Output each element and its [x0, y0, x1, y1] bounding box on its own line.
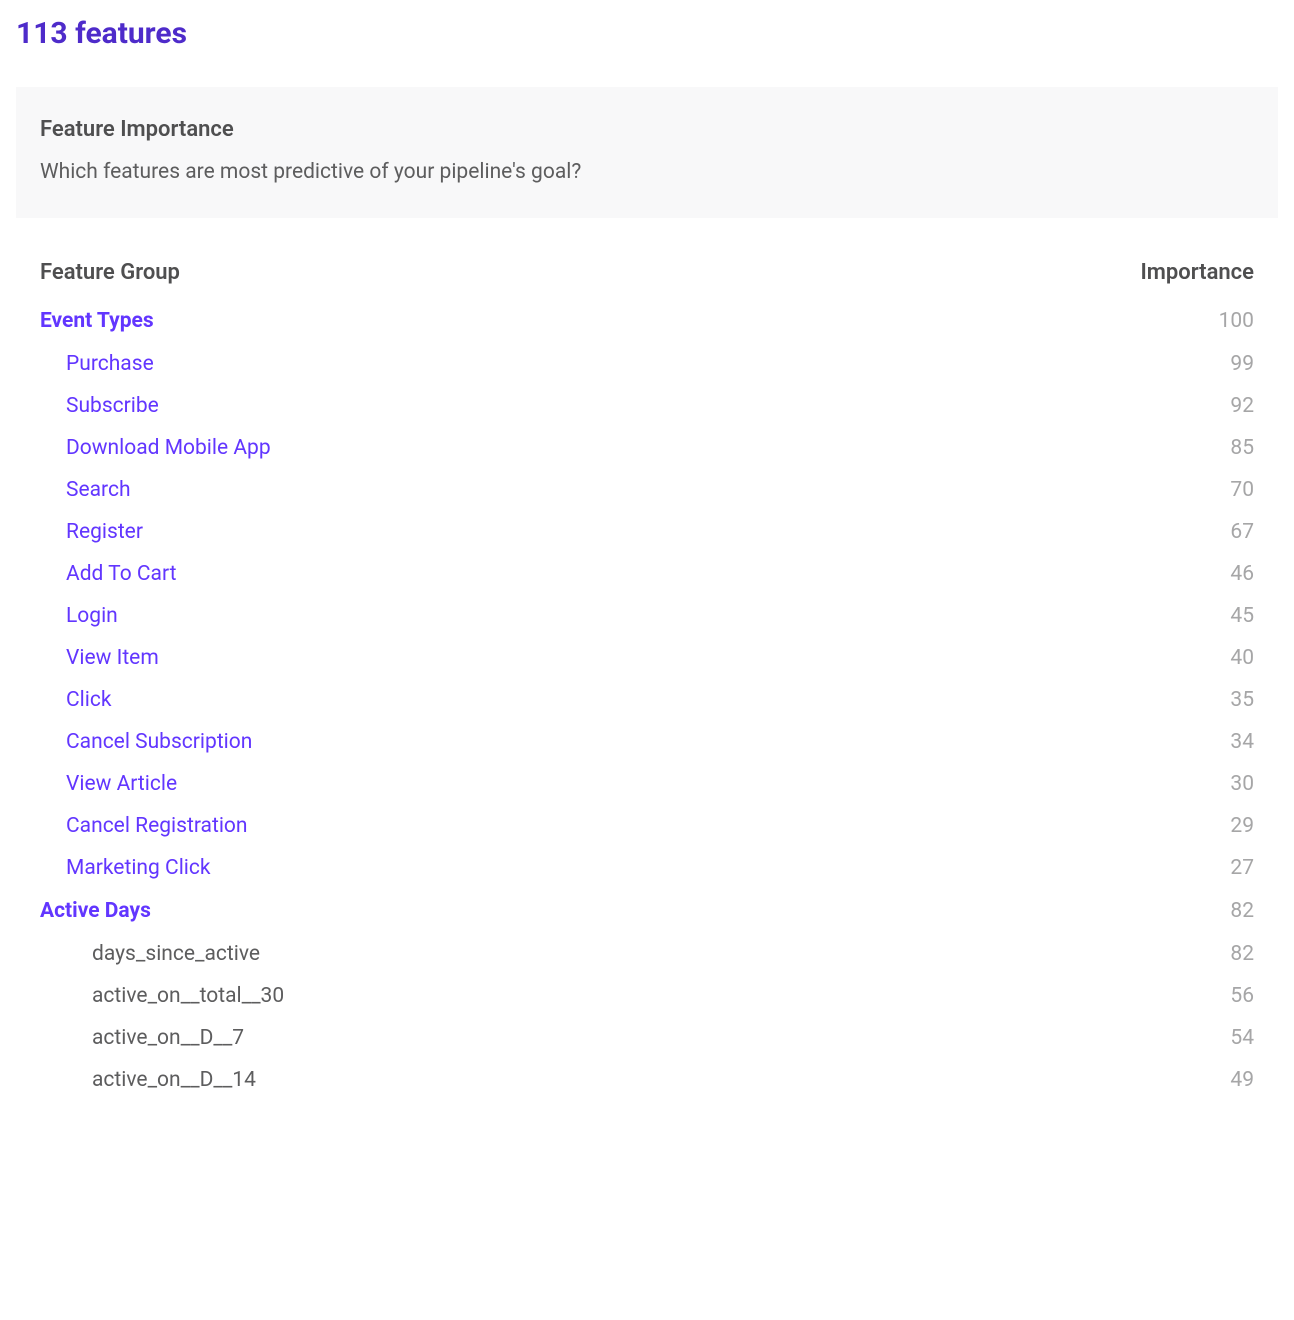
feature-importance: 34: [1230, 730, 1254, 754]
feature-name: active_on__D__7: [40, 1026, 244, 1050]
feature-link-subscribe[interactable]: Subscribe: [40, 394, 159, 418]
feature-link-search[interactable]: Search: [40, 478, 131, 502]
feature-link-view-item[interactable]: View Item: [40, 646, 159, 670]
feature-table: Feature Group Importance Event Types 100…: [16, 246, 1278, 1101]
feature-importance: 54: [1230, 1026, 1254, 1050]
feature-link-download-mobile-app[interactable]: Download Mobile App: [40, 436, 271, 460]
feature-importance: 29: [1230, 814, 1254, 838]
info-subheading: Which features are most predictive of yo…: [40, 160, 1254, 184]
feature-importance: 27: [1230, 856, 1254, 880]
feature-importance: 49: [1230, 1068, 1254, 1092]
feature-importance: 99: [1230, 352, 1254, 376]
feature-link-add-to-cart[interactable]: Add To Cart: [40, 562, 176, 586]
feature-name: active_on__total__30: [40, 984, 284, 1008]
feature-importance: 40: [1230, 646, 1254, 670]
feature-row: Click 35: [40, 679, 1254, 721]
table-header-row: Feature Group Importance: [40, 246, 1254, 299]
feature-row: Download Mobile App 85: [40, 427, 1254, 469]
feature-row: active_on__total__30 56: [40, 975, 1254, 1017]
feature-row: View Item 40: [40, 637, 1254, 679]
feature-link-register[interactable]: Register: [40, 520, 143, 544]
info-heading: Feature Importance: [40, 117, 1254, 142]
feature-row: Cancel Registration 29: [40, 805, 1254, 847]
feature-link-cancel-subscription[interactable]: Cancel Subscription: [40, 730, 252, 754]
info-box: Feature Importance Which features are mo…: [16, 87, 1278, 218]
feature-row: Login 45: [40, 595, 1254, 637]
feature-row: Subscribe 92: [40, 385, 1254, 427]
feature-link-purchase[interactable]: Purchase: [40, 352, 154, 376]
feature-link-view-article[interactable]: View Article: [40, 772, 177, 796]
group-row-event-types: Event Types 100: [40, 299, 1254, 343]
page-title: 113 features: [16, 16, 1278, 51]
feature-link-marketing-click[interactable]: Marketing Click: [40, 856, 211, 880]
col-header-group: Feature Group: [40, 260, 180, 285]
feature-row: Add To Cart 46: [40, 553, 1254, 595]
feature-link-click[interactable]: Click: [40, 688, 112, 712]
feature-row: Cancel Subscription 34: [40, 721, 1254, 763]
feature-row: active_on__D__7 54: [40, 1017, 1254, 1059]
feature-importance: 30: [1230, 772, 1254, 796]
feature-importance: 92: [1230, 394, 1254, 418]
feature-row: Marketing Click 27: [40, 847, 1254, 889]
feature-row: Search 70: [40, 469, 1254, 511]
group-importance-active-days: 82: [1230, 899, 1254, 923]
group-name-active-days[interactable]: Active Days: [40, 899, 151, 923]
group-importance-event-types: 100: [1219, 309, 1254, 333]
feature-row: Register 67: [40, 511, 1254, 553]
feature-name: days_since_active: [40, 942, 260, 966]
col-header-importance: Importance: [1140, 260, 1254, 285]
feature-importance: 85: [1230, 436, 1254, 460]
feature-importance: 82: [1230, 942, 1254, 966]
group-name-event-types[interactable]: Event Types: [40, 309, 154, 333]
feature-importance: 70: [1230, 478, 1254, 502]
feature-importance: 67: [1230, 520, 1254, 544]
feature-importance: 45: [1230, 604, 1254, 628]
feature-importance: 46: [1230, 562, 1254, 586]
feature-name: active_on__D__14: [40, 1068, 256, 1092]
group-row-active-days: Active Days 82: [40, 889, 1254, 933]
feature-link-cancel-registration[interactable]: Cancel Registration: [40, 814, 248, 838]
feature-row: Purchase 99: [40, 343, 1254, 385]
feature-importance: 56: [1230, 984, 1254, 1008]
feature-importance: 35: [1230, 688, 1254, 712]
feature-row: View Article 30: [40, 763, 1254, 805]
feature-link-login[interactable]: Login: [40, 604, 118, 628]
feature-row: active_on__D__14 49: [40, 1059, 1254, 1101]
feature-row: days_since_active 82: [40, 933, 1254, 975]
